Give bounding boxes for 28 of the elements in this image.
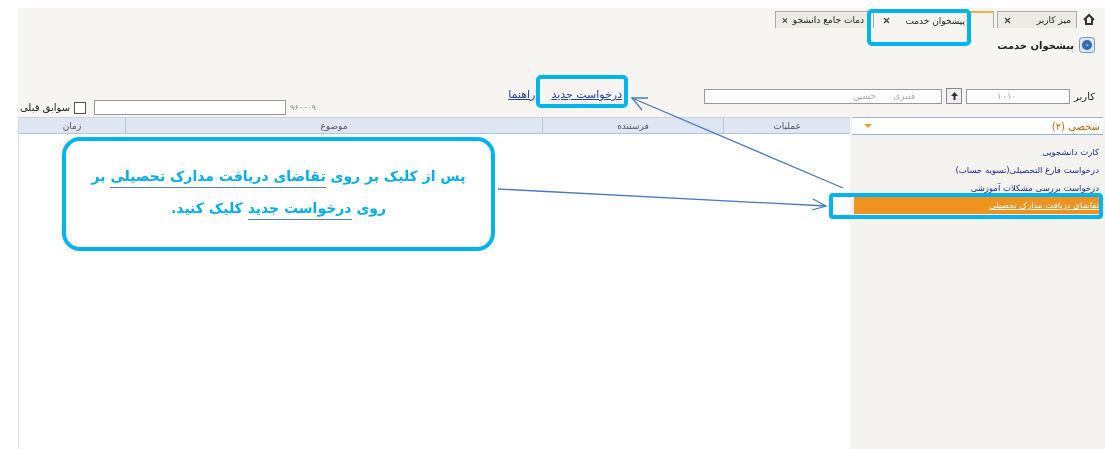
page-title: پیشخوان خدمت	[997, 39, 1074, 51]
dropdown-icon	[864, 124, 872, 128]
column-header[interactable]: فرستنده	[542, 118, 723, 133]
column-header[interactable]: عملیات	[723, 118, 850, 133]
tab[interactable]: دمات جامع دانشجو	[775, 11, 870, 28]
tab[interactable]: میز کاربر	[997, 11, 1077, 28]
checkbox-label: سوابق قبلی	[20, 102, 71, 113]
column-header[interactable]: زمان	[19, 118, 125, 133]
sidebar-header[interactable]: شخصی (۲)	[852, 117, 1103, 135]
upload-button[interactable]	[946, 88, 963, 104]
sidebar-item[interactable]: درخواست بررسی مشکلات آموزشی	[850, 179, 1101, 197]
callout-text: روی درخواست جدید کلیک کنید.	[66, 200, 491, 220]
search-field[interactable]	[94, 100, 287, 115]
close-icon	[781, 15, 789, 25]
student-number: ۹۶۰۰۰۹	[290, 103, 316, 112]
close-icon	[1003, 15, 1012, 25]
close-icon	[882, 16, 891, 25]
up-arrow-icon	[949, 91, 959, 101]
checkbox[interactable]	[74, 101, 87, 114]
sidebar-item[interactable]: درخواست فارغ التحصیلی(تسویه حساب)	[850, 161, 1101, 179]
sidebar-item[interactable]: کارت دانشجویی	[850, 143, 1101, 161]
globe-icon	[1079, 37, 1095, 53]
link[interactable]: درخواست جدید	[551, 88, 623, 101]
column-header[interactable]: موضوع	[125, 118, 542, 133]
home-icon[interactable]	[1083, 13, 1095, 25]
link[interactable]: راهنما	[508, 88, 536, 101]
callout-text: پس از کلیک بر روی تقاضای دریافت مدارک تحصیلی بر	[66, 168, 491, 188]
user-label: کاربر	[1074, 90, 1095, 102]
